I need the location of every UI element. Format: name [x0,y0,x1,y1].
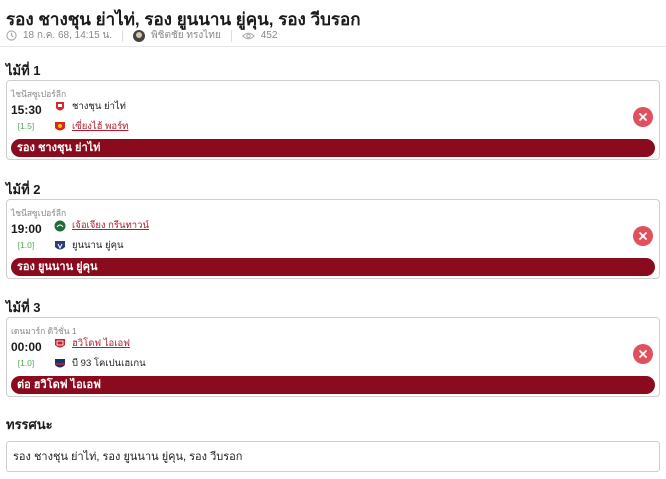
match-time: 00:00 [11,340,42,354]
tip-bar: รอง ชางชุน ย่าไท่ [11,139,655,157]
pick-card: เดนมาร์ก ดิวิชั่น 1 00:00 [1.0] ฮวิโดฟ ไ… [6,317,660,397]
changchun-yatai-logo [56,101,64,110]
clock-icon [6,30,17,41]
shanghai-port-logo [55,121,65,130]
close-icon [639,113,647,121]
eye-icon [241,31,255,41]
summary-text: รอง ชางชุน ย่าไท่, รอง ยูนนาน ยู่คุน, รอ… [6,441,660,472]
tip-bar: รอง ยูนนาน ยู่คุน [11,258,655,276]
hvidovre-if-logo [55,338,65,347]
pick-card: ไชนีสซูเปอร์ลีก 19:00 [1.0] เจ้อเจียง กร… [6,199,660,279]
header-divider [0,46,666,47]
pick-heading: ไม้ที่ 1 [6,63,41,78]
pick-heading: ไม้ที่ 2 [6,182,41,197]
close-icon [639,232,647,240]
away-team: บี 93 โคเปนเฮเกน [54,356,146,371]
author-name[interactable]: พิชิตชัย ทรงไทย [151,28,221,43]
remove-pick-button[interactable] [633,226,653,246]
zhejiang-greentown-logo [54,220,66,231]
away-team: ยูนนาน ยู่คุน [54,238,123,253]
away-team[interactable]: เซี่ยงไฮ้ พอร์ท [54,119,128,134]
pick-card: ไชนีสซูเปอร์ลีก 15:30 [1.5] ชางชุน ย่าไท… [6,80,660,160]
summary-heading: ทรรศนะ [6,417,53,432]
handicap-odds: [1.0] [17,358,35,368]
yunnan-yukun-logo [55,240,65,249]
pick-heading: ไม้ที่ 3 [6,300,41,315]
remove-pick-button[interactable] [633,107,653,127]
view-count: 452 [260,30,278,41]
author-avatar [133,29,146,42]
article-meta: 18 ก.ค. 68, 14:15 น. พิชิตชัย ทรงไทย 452 [6,28,277,43]
home-team-name[interactable]: เจ้อเจียง กรีนทาวน์ [72,218,149,233]
tip-bar: ต่อ ฮวิโดฟ ไอเอฟ [11,376,655,394]
match-time: 15:30 [11,103,42,117]
home-team-name[interactable]: ฮวิโดฟ ไอเอฟ [72,336,130,351]
home-team[interactable]: ฮวิโดฟ ไอเอฟ [54,336,130,351]
home-team-name: ชางชุน ย่าไท่ [72,101,126,112]
away-team-name[interactable]: เซี่ยงไฮ้ พอร์ท [72,119,128,134]
publish-date: 18 ก.ค. 68, 14:15 น. [23,30,113,41]
b93-copenhagen-logo [55,358,65,367]
away-team-name: บี 93 โคเปนเฮเกน [72,358,146,369]
home-team: ชางชุน ย่าไท่ [54,99,126,114]
remove-pick-button[interactable] [633,344,653,364]
handicap-odds: [1.5] [17,121,35,131]
handicap-odds: [1.0] [17,240,35,250]
meta-divider [230,29,232,42]
match-time: 19:00 [11,222,42,236]
close-icon [639,350,647,358]
home-team[interactable]: เจ้อเจียง กรีนทาวน์ [54,218,149,233]
meta-divider [122,29,124,42]
away-team-name: ยูนนาน ยู่คุน [72,240,124,251]
